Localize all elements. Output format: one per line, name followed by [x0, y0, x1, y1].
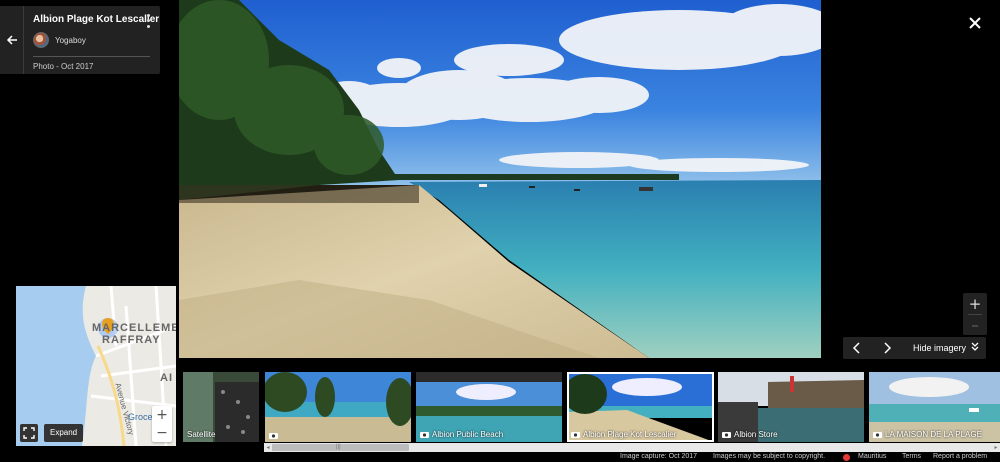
map-label: AI — [160, 372, 173, 384]
camera-icon — [571, 432, 580, 438]
imagery-nav-bar: Hide imagery — [843, 337, 986, 359]
photo-viewer: Albion Plage Kot Lescalier Yogaboy Photo… — [0, 0, 1000, 462]
camera-icon — [722, 432, 731, 438]
region-label: Mauritius — [858, 453, 887, 460]
divider — [33, 56, 150, 57]
camera-icon — [873, 432, 882, 438]
scroll-right-icon[interactable]: ▸ — [992, 443, 1000, 452]
zoom-out-button[interactable]: – — [963, 314, 987, 335]
place-info-card: Albion Plage Kot Lescalier Yogaboy Photo… — [0, 6, 160, 74]
chevron-right-icon — [884, 342, 892, 354]
footer: Image capture: Oct 2017 Images may be su… — [0, 452, 1000, 462]
chevron-left-icon — [852, 342, 860, 354]
poi-label[interactable]: Groce — [128, 412, 153, 422]
next-button[interactable] — [873, 337, 901, 359]
map-zoom-controls: + − — [152, 406, 172, 442]
more-options-icon[interactable] — [143, 13, 153, 29]
close-icon — [969, 17, 981, 29]
photo-date: Photo - Oct 2017 — [33, 62, 94, 71]
map-label: MARCELLEMENT — [92, 322, 176, 334]
thumb-satellite[interactable]: Satellite — [183, 372, 259, 442]
scrollbar-grip-icon: ||| — [336, 444, 341, 450]
close-button[interactable] — [965, 13, 985, 33]
mini-map[interactable]: MARCELLEMENT RAFFRAY AI Avenue Victory G… — [16, 286, 176, 446]
double-chevron-down-icon[interactable] — [970, 341, 980, 353]
report-problem-link[interactable]: Report a problem — [933, 453, 987, 460]
thumb-caption: Albion Public Beach — [420, 430, 503, 439]
copyright-notice: Images may be subject to copyright. — [713, 453, 826, 460]
hide-imagery-button[interactable]: Hide imagery — [913, 343, 966, 353]
place-title: Albion Plage Kot Lescalier — [33, 14, 160, 25]
camera-icon — [420, 432, 429, 438]
previous-button[interactable] — [843, 337, 871, 359]
scroll-left-icon[interactable]: ◂ — [264, 443, 272, 452]
map-zoom-out-button[interactable]: − — [152, 424, 172, 442]
map-zoom-in-button[interactable]: + — [152, 406, 172, 424]
zoom-in-button[interactable]: + — [963, 293, 987, 314]
avatar[interactable] — [33, 32, 49, 48]
main-photo[interactable] — [179, 0, 821, 358]
map-label: RAFFRAY — [102, 334, 161, 346]
thumb-caption: Satellite — [187, 430, 216, 439]
arrow-back-icon — [6, 35, 17, 45]
expand-icon[interactable] — [20, 424, 38, 442]
terms-link[interactable]: Terms — [902, 453, 921, 460]
back-button[interactable] — [0, 6, 24, 74]
thumb-albion-public-beach[interactable]: Albion Public Beach — [416, 372, 562, 442]
thumb-albion-plage-kot-lescalier[interactable]: Albion Plage Kot Lescalier — [567, 372, 714, 442]
thumb-photo[interactable] — [265, 372, 411, 442]
filmstrip-scrollbar[interactable]: ◂ ||| ▸ — [264, 443, 1000, 452]
thumb-caption — [269, 432, 281, 439]
author-name[interactable]: Yogaboy — [55, 36, 86, 45]
thumb-caption: Albion Store — [722, 430, 778, 439]
image-capture-date: Image capture: Oct 2017 — [620, 453, 698, 460]
filmstrip: Satellite Albion Public Beach Albion Pla… — [180, 372, 1000, 442]
flag-icon — [843, 454, 850, 461]
thumb-caption: LA MAISON DE LA PLAGE — [873, 430, 982, 439]
zoom-controls: + – — [963, 293, 987, 335]
camera-icon — [269, 433, 278, 439]
expand-tooltip: Expand — [44, 424, 84, 442]
thumb-la-maison-de-la-plage[interactable]: LA MAISON DE LA PLAGE — [869, 372, 1000, 442]
thumb-caption: Albion Plage Kot Lescalier — [571, 430, 676, 439]
thumb-albion-store[interactable]: Albion Store — [718, 372, 864, 442]
